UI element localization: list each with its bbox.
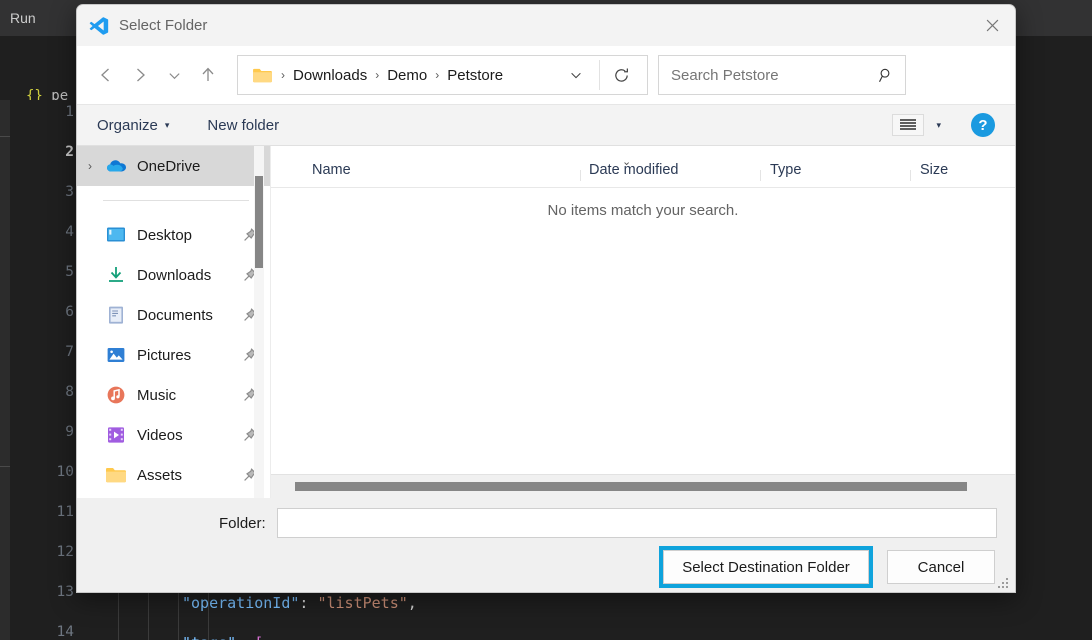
vscode-activity-bar bbox=[0, 100, 10, 640]
editor-line-number: 6 bbox=[65, 304, 74, 320]
dialog-body: › OneDrive Desktop Downloads Documents P… bbox=[77, 146, 1015, 498]
editor-line-number: 12 bbox=[56, 544, 74, 560]
editor-line-number: 4 bbox=[65, 224, 74, 240]
column-header-date-modified[interactable]: ⌄ Date modified bbox=[580, 156, 760, 187]
editor-code-line: "tags": [ bbox=[182, 634, 263, 640]
sidebar-label-videos: Videos bbox=[137, 426, 183, 444]
sidebar-label-onedrive: OneDrive bbox=[137, 157, 201, 175]
breadcrumb-separator: › bbox=[375, 68, 380, 82]
vscode-logo-icon bbox=[89, 16, 109, 35]
help-icon[interactable]: ? bbox=[971, 113, 995, 137]
select-destination-folder-focus-ring: Select Destination Folder bbox=[659, 546, 873, 588]
sidebar-scrollbar-thumb[interactable] bbox=[255, 176, 263, 268]
editor-line-number-gutter: 1234567891011121314151617181920 bbox=[10, 100, 82, 640]
music-note-icon bbox=[107, 386, 125, 404]
editor-line-number: 11 bbox=[56, 504, 74, 520]
select-folder-dialog: Select Folder › Downloads › Demo › Petst… bbox=[76, 4, 1016, 593]
select-destination-folder-button[interactable]: Select Destination Folder bbox=[663, 550, 869, 584]
chevron-right-icon[interactable]: › bbox=[77, 159, 103, 173]
search-input[interactable]: Search Petstore bbox=[658, 55, 906, 95]
videos-film-icon bbox=[108, 427, 124, 443]
file-list-panel: Name ⌄ Date modified Type Size No items … bbox=[271, 146, 1015, 498]
dialog-title: Select Folder bbox=[119, 17, 208, 34]
sidebar-item-documents[interactable]: Documents bbox=[77, 295, 271, 335]
search-placeholder: Search Petstore bbox=[671, 66, 779, 84]
editor-line-number: 9 bbox=[65, 424, 74, 440]
editor-code-line: "operationId": "listPets", bbox=[182, 594, 417, 612]
sort-chevron-icon: ⌄ bbox=[622, 156, 632, 168]
sidebar-item-desktop[interactable]: Desktop bbox=[77, 215, 271, 255]
folder-icon bbox=[253, 68, 272, 82]
sidebar-label-documents: Documents bbox=[137, 306, 213, 324]
editor-line-number: 3 bbox=[65, 184, 74, 200]
editor-line-number: 1 bbox=[65, 104, 74, 120]
sidebar-label-downloads: Downloads bbox=[137, 266, 212, 284]
dialog-titlebar[interactable]: Select Folder bbox=[77, 5, 1015, 46]
navigation-sidebar: › OneDrive Desktop Downloads Documents P… bbox=[77, 146, 271, 498]
address-chevron-down-icon[interactable] bbox=[559, 56, 593, 94]
sidebar-item-music[interactable]: Music bbox=[77, 375, 271, 415]
folder-icon bbox=[106, 468, 126, 483]
editor-line-number: 13 bbox=[56, 584, 74, 600]
sidebar-label-music: Music bbox=[137, 386, 177, 404]
breadcrumb-petstore[interactable]: Petstore bbox=[447, 67, 503, 84]
column-header-type[interactable]: Type bbox=[760, 162, 910, 187]
arrow-left-icon[interactable] bbox=[89, 58, 123, 92]
documents-icon bbox=[109, 306, 123, 324]
pictures-icon bbox=[107, 348, 125, 362]
breadcrumb-separator: › bbox=[435, 68, 440, 82]
downloads-arrow-icon bbox=[109, 267, 123, 282]
column-header-size[interactable]: Size bbox=[910, 162, 1010, 187]
folder-input[interactable] bbox=[277, 508, 997, 538]
sidebar-item-pictures[interactable]: Pictures bbox=[77, 335, 271, 375]
address-bar[interactable]: › Downloads › Demo › Petstore bbox=[237, 55, 648, 95]
dialog-footer: Folder: Select Destination Folder Cancel bbox=[77, 498, 1015, 592]
organize-button[interactable]: Organize ▾ bbox=[97, 117, 169, 134]
sidebar-item-videos[interactable]: Videos bbox=[77, 415, 271, 455]
divider bbox=[599, 60, 600, 90]
chevron-down-icon: ▾ bbox=[164, 119, 170, 130]
file-list-horizontal-scrollbar-track[interactable] bbox=[271, 474, 1015, 498]
editor-line-number: 2 bbox=[65, 144, 74, 160]
breadcrumb-demo[interactable]: Demo bbox=[387, 67, 427, 84]
editor-line-number: 5 bbox=[65, 264, 74, 280]
arrow-up-icon[interactable] bbox=[191, 58, 225, 92]
sidebar-item-downloads[interactable]: Downloads bbox=[77, 255, 271, 295]
dialog-button-row: Select Destination Folder Cancel bbox=[659, 546, 995, 588]
dialog-navigation-bar: › Downloads › Demo › Petstore Search Pet… bbox=[77, 46, 1015, 104]
list-view-icon[interactable] bbox=[892, 114, 925, 136]
editor-line-number: 14 bbox=[56, 624, 74, 640]
sidebar-label-pictures: Pictures bbox=[137, 346, 192, 364]
desktop-icon bbox=[107, 227, 125, 242]
new-folder-button[interactable]: New folder bbox=[207, 117, 279, 134]
folder-field-row: Folder: bbox=[77, 508, 1015, 538]
editor-line-number: 7 bbox=[65, 344, 74, 360]
sidebar-divider bbox=[103, 200, 249, 201]
close-icon[interactable] bbox=[969, 5, 1015, 46]
sidebar-item-onedrive[interactable]: › OneDrive bbox=[77, 146, 271, 186]
column-header-name[interactable]: Name bbox=[271, 162, 580, 187]
breadcrumb-downloads[interactable]: Downloads bbox=[293, 67, 367, 84]
editor-line-number: 10 bbox=[56, 464, 74, 480]
editor-line-number: 8 bbox=[65, 384, 74, 400]
onedrive-cloud-icon bbox=[107, 160, 126, 172]
folder-field-label: Folder: bbox=[219, 514, 266, 532]
resize-grip-icon[interactable] bbox=[998, 578, 1010, 590]
file-list-horizontal-scrollbar-thumb[interactable] bbox=[295, 482, 967, 491]
sidebar-label-desktop: Desktop bbox=[137, 226, 193, 244]
dialog-command-bar: Organize ▾ New folder ▾ ? bbox=[77, 104, 1015, 146]
sidebar-label-assets: Assets bbox=[137, 466, 183, 484]
file-list-column-headers: Name ⌄ Date modified Type Size bbox=[271, 146, 1015, 188]
recent-locations-chevron-down-icon[interactable] bbox=[157, 58, 191, 92]
breadcrumb-separator: › bbox=[281, 68, 285, 82]
arrow-right-icon[interactable] bbox=[123, 58, 157, 92]
refresh-icon[interactable] bbox=[601, 56, 641, 94]
sidebar-item-assets[interactable]: Assets bbox=[77, 455, 271, 495]
menu-run[interactable]: Run bbox=[4, 8, 42, 28]
cancel-button[interactable]: Cancel bbox=[887, 550, 995, 584]
empty-state-message: No items match your search. bbox=[547, 202, 739, 219]
view-options-chevron-down-icon[interactable]: ▾ bbox=[936, 120, 941, 131]
search-icon[interactable] bbox=[878, 56, 895, 94]
